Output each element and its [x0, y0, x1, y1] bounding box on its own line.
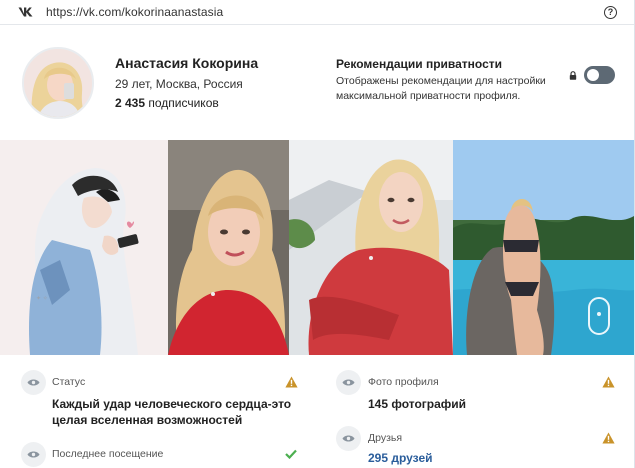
privacy-toggle[interactable]: [584, 66, 615, 84]
followers-count[interactable]: 2 435 подписчиков: [115, 96, 219, 110]
status-visibility-icon[interactable]: [21, 370, 46, 395]
avatar[interactable]: [22, 47, 94, 119]
url-text[interactable]: https://vk.com/kokorinaanastasia: [46, 5, 223, 19]
carousel-scroll-handle[interactable]: [588, 297, 610, 335]
photo-strip: ✦ ✧: [0, 140, 634, 355]
profile-meta: 29 лет, Москва, Россия: [115, 77, 243, 91]
info-section: Статус Каждый удар человеческого сердца-…: [0, 356, 634, 468]
vk-logo-icon: [18, 7, 33, 17]
svg-text:✦ ✧: ✦ ✧: [36, 295, 48, 302]
privacy-title: Рекомендации приватности: [336, 57, 503, 71]
status-value: Каждый удар человеческого сердца-это цел…: [52, 397, 292, 427]
last-seen-check-icon: [285, 449, 297, 459]
followers-number: 2 435: [115, 96, 146, 110]
friends-visibility-icon[interactable]: [336, 426, 361, 451]
last-seen-label: Последнее посещение: [52, 448, 164, 460]
last-seen-visibility-icon[interactable]: [21, 442, 46, 467]
photo-illustration[interactable]: ✦ ✧: [0, 140, 168, 355]
url-bar[interactable]: https://vk.com/kokorinaanastasia ?: [0, 0, 634, 25]
app-root: https://vk.com/kokorinaanastasia ? Анаст…: [0, 0, 635, 468]
profile-photo-value: 145 фотографий: [368, 397, 467, 411]
profile-photo-warning-icon: [602, 376, 615, 388]
carousel-scroll-dot: [597, 312, 601, 316]
toggle-knob: [587, 69, 599, 81]
privacy-description: Отображены рекомендации для настройки ма…: [336, 75, 546, 102]
help-icon[interactable]: ?: [604, 6, 617, 19]
eye-icon: [342, 435, 355, 442]
followers-label: подписчиков: [148, 96, 219, 110]
friends-label: Друзья: [368, 432, 403, 444]
eye-icon: [27, 451, 40, 458]
profile-photo-label: Фото профиля: [368, 376, 439, 388]
status-label: Статус: [52, 376, 86, 388]
profile-header: Анастасия Кокорина 29 лет, Москва, Росси…: [0, 26, 634, 140]
friends-warning-icon: [602, 432, 615, 444]
lock-icon: [569, 71, 577, 80]
eye-icon: [27, 379, 40, 386]
photo-visibility-icon[interactable]: [336, 370, 361, 395]
profile-name[interactable]: Анастасия Кокорина: [115, 55, 258, 71]
eye-icon: [342, 379, 355, 386]
photo-selfie-sweater[interactable]: [289, 140, 453, 355]
photo-selfie-red[interactable]: [168, 140, 289, 355]
friends-value-link[interactable]: 295 друзей: [368, 450, 433, 466]
status-warning-icon: [285, 376, 298, 388]
